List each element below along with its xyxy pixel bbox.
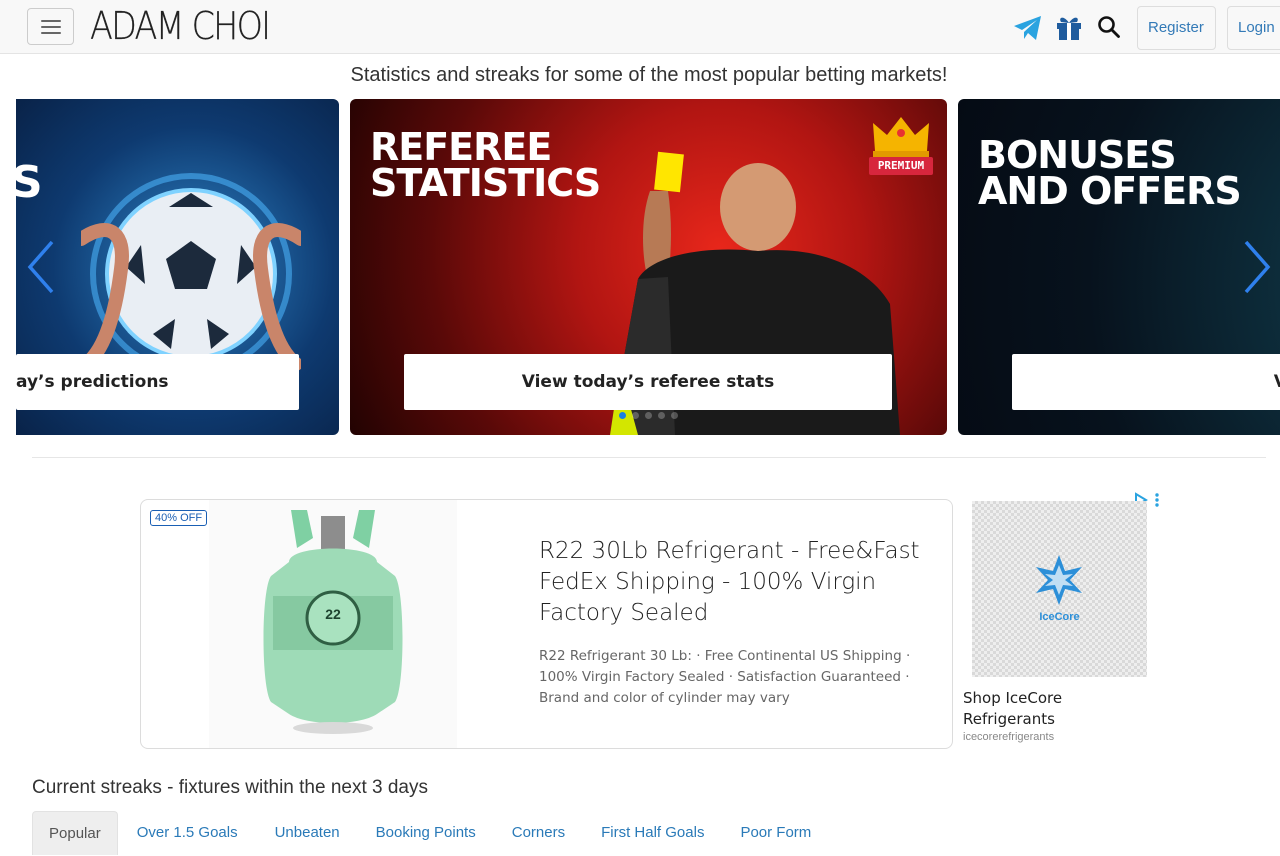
slide-heading-line2: AND OFFERS <box>978 169 1242 213</box>
slide-heading: S <box>16 157 43 208</box>
telegram-icon[interactable] <box>1013 15 1043 41</box>
site-logo[interactable]: ADAM CHOI <box>90 2 271 50</box>
slide-heading-line1: REFEREE <box>370 125 552 169</box>
carousel-dot[interactable] <box>671 412 678 419</box>
carousel-dot[interactable] <box>658 412 665 419</box>
top-navbar: ADAM CHOI Register Login <box>0 0 1280 54</box>
search-icon[interactable] <box>1097 15 1121 39</box>
hamburger-menu-button[interactable] <box>27 8 74 45</box>
ad-card[interactable]: 22 40% OFF R22 30Lb Refrigerant - Free&F… <box>140 499 953 749</box>
carousel-prev-arrow[interactable] <box>26 239 56 295</box>
tab-over-1-5-goals[interactable]: Over 1.5 Goals <box>118 811 257 855</box>
slide-referee-stats[interactable]: REFEREE STATISTICS PREMIUM View today’s … <box>350 99 947 435</box>
side-ad-image[interactable]: IceCore <box>972 501 1147 677</box>
tagline: Statistics and streaks for some of the m… <box>350 64 948 86</box>
tab-poor-form[interactable]: Poor Form <box>722 811 829 855</box>
tab-unbeaten[interactable]: Unbeaten <box>257 811 358 855</box>
hamburger-icon <box>41 20 61 22</box>
cylinder-label: 22 <box>325 606 341 622</box>
icecore-logo-icon <box>1036 555 1082 605</box>
slide-heading-line1: BONUSES <box>978 133 1177 177</box>
side-ad-domain: icecorerefrigerants <box>963 731 1055 743</box>
tab-popular[interactable]: Popular <box>32 811 118 855</box>
side-ad-title[interactable]: Shop IceCore Refrigerants <box>963 688 1103 730</box>
tab-booking-points[interactable]: Booking Points <box>358 811 494 855</box>
slide-predictions[interactable]: S ay’s predictions <box>16 99 339 435</box>
streaks-section-title: Current streaks - fixtures within the ne… <box>32 777 428 798</box>
slide-heading-line2: STATISTICS <box>370 161 601 205</box>
premium-badge: PREMIUM <box>877 159 925 172</box>
login-button[interactable]: Login <box>1227 6 1280 50</box>
ad-product-image[interactable]: 22 <box>209 500 457 748</box>
side-ad[interactable]: IceCore Shop IceCore Refrigerants icecor… <box>963 490 1163 750</box>
carousel-dot[interactable] <box>632 412 639 419</box>
carousel-dot[interactable] <box>619 412 626 419</box>
view-sports-betting-button[interactable]: View sports bett <box>1012 354 1280 410</box>
streaks-tabs: Popular Over 1.5 Goals Unbeaten Booking … <box>32 811 829 855</box>
section-divider <box>32 457 1266 458</box>
promo-carousel: S ay’s predictions REFEREE STATISTICS PR… <box>16 99 1280 435</box>
discount-badge: 40% OFF <box>150 510 208 526</box>
carousel-next-arrow[interactable] <box>1242 239 1272 295</box>
slide-cta-button[interactable]: ay’s predictions <box>16 354 299 410</box>
icecore-logo-text: IceCore <box>1039 611 1080 623</box>
register-button[interactable]: Register <box>1137 6 1216 50</box>
view-referee-stats-button[interactable]: View today’s referee stats <box>404 354 892 410</box>
carousel-dots <box>619 412 678 419</box>
tab-corners[interactable]: Corners <box>494 811 583 855</box>
refrigerant-cylinder-image <box>263 510 403 734</box>
carousel-dot[interactable] <box>645 412 652 419</box>
ad-description: R22 Refrigerant 30 Lb: · Free Continenta… <box>539 648 911 706</box>
ad-title[interactable]: R22 30Lb Refrigerant - Free&Fast FedEx S… <box>539 536 939 629</box>
gift-icon[interactable] <box>1054 13 1084 41</box>
tab-first-half-goals[interactable]: First Half Goals <box>583 811 722 855</box>
slide-bonuses[interactable]: BONUSES AND OFFERS View sports bett <box>958 99 1280 435</box>
